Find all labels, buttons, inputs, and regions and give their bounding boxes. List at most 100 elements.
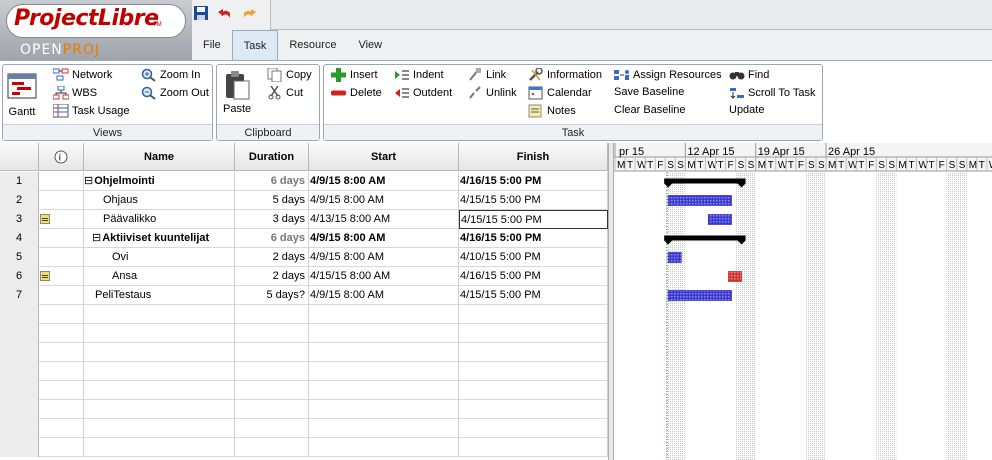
task-finish[interactable]: [459, 305, 608, 324]
copy-button[interactable]: Copy: [267, 68, 312, 82]
task-start[interactable]: [309, 362, 459, 381]
row-id[interactable]: [0, 438, 39, 457]
header-start[interactable]: Start: [309, 143, 459, 171]
unlink-button[interactable]: Unlink: [467, 86, 517, 100]
task-finish[interactable]: 4/10/15 5:00 PM: [459, 248, 608, 267]
row-id[interactable]: 3: [0, 210, 39, 229]
wbs-button[interactable]: WBS: [53, 86, 97, 100]
row-id[interactable]: [0, 324, 39, 343]
network-button[interactable]: Network: [53, 68, 112, 82]
task-duration[interactable]: [235, 400, 309, 419]
task-name[interactable]: [84, 343, 235, 362]
task-duration[interactable]: [235, 305, 309, 324]
update-button[interactable]: Update: [729, 104, 764, 116]
task-duration[interactable]: [235, 343, 309, 362]
task-name[interactable]: Päävalikko: [84, 210, 235, 229]
task-duration[interactable]: 2 days: [235, 248, 309, 267]
table-row[interactable]: [0, 305, 608, 324]
table-row[interactable]: [0, 324, 608, 343]
task-start[interactable]: 4/9/15 8:00 AM: [309, 248, 459, 267]
task-duration[interactable]: [235, 381, 309, 400]
task-start[interactable]: 4/9/15 8:00 AM: [309, 286, 459, 305]
table-row[interactable]: 7 PeliTestaus 5 days? 4/9/15 8:00 AM 4/15/15…: [0, 286, 608, 305]
task-name[interactable]: [84, 381, 235, 400]
collapse-toggle-icon[interactable]: ⊟: [84, 175, 93, 187]
zoom-out-button[interactable]: Zoom Out: [141, 86, 209, 100]
task-name[interactable]: [84, 324, 235, 343]
task-duration[interactable]: [235, 362, 309, 381]
task-duration[interactable]: 5 days?: [235, 286, 309, 305]
tab-file[interactable]: File: [192, 30, 232, 60]
cut-button[interactable]: Cut: [267, 86, 303, 100]
row-id[interactable]: [0, 419, 39, 438]
task-finish[interactable]: [459, 362, 608, 381]
gantt-task-bar[interactable]: [728, 271, 742, 282]
task-name[interactable]: [84, 438, 235, 457]
row-indicators[interactable]: [39, 324, 84, 343]
task-finish[interactable]: [459, 400, 608, 419]
indent-button[interactable]: Indent: [394, 68, 444, 82]
task-duration[interactable]: [235, 324, 309, 343]
row-indicators[interactable]: [39, 343, 84, 362]
row-indicators[interactable]: [39, 267, 84, 286]
header-indicators[interactable]: i: [39, 143, 84, 171]
information-button[interactable]: Information: [528, 68, 602, 82]
insert-button[interactable]: Insert: [331, 68, 378, 82]
gantt-button[interactable]: Gantt: [7, 73, 37, 118]
note-icon[interactable]: [40, 214, 50, 224]
task-start[interactable]: [309, 419, 459, 438]
row-id[interactable]: 7: [0, 286, 39, 305]
task-start[interactable]: [309, 438, 459, 457]
header-duration[interactable]: Duration: [235, 143, 309, 171]
gantt-chart[interactable]: pr 15 12 Apr 15 19 Apr 15 26 Apr 15 M T W T F S S M…: [614, 143, 992, 460]
outdent-button[interactable]: Outdent: [394, 86, 452, 100]
task-name[interactable]: PeliTestaus: [84, 286, 235, 305]
task-name[interactable]: Ohjaus: [84, 191, 235, 210]
header-finish[interactable]: Finish: [459, 143, 608, 171]
row-indicators[interactable]: [39, 210, 84, 229]
row-indicators[interactable]: [39, 191, 84, 210]
scroll-to-task-button[interactable]: Scroll To Task: [729, 86, 815, 100]
task-finish[interactable]: 4/16/15 5:00 PM: [459, 229, 608, 248]
save-icon[interactable]: [192, 4, 210, 22]
task-finish[interactable]: 4/15/15 5:00 PM: [459, 191, 608, 210]
row-indicators[interactable]: [39, 400, 84, 419]
task-name[interactable]: ⊟Ohjelmointi: [84, 172, 235, 191]
save-baseline-button[interactable]: Save Baseline: [614, 86, 684, 98]
row-id[interactable]: [0, 362, 39, 381]
task-start[interactable]: [309, 324, 459, 343]
table-row[interactable]: 4 ⊟Aktiiviset kuuntelijat 6 days 4/9/15 8:0…: [0, 229, 608, 248]
task-start[interactable]: [309, 381, 459, 400]
task-finish[interactable]: 4/15/15 5:00 PM: [459, 210, 608, 229]
row-indicators[interactable]: [39, 438, 84, 457]
task-name[interactable]: [84, 400, 235, 419]
task-finish[interactable]: 4/15/15 5:00 PM: [459, 286, 608, 305]
row-indicators[interactable]: [39, 229, 84, 248]
row-indicators[interactable]: [39, 286, 84, 305]
tab-view[interactable]: View: [347, 30, 393, 60]
table-row[interactable]: 5 Ovi 2 days 4/9/15 8:00 AM 4/10/15 5:00 PM: [0, 248, 608, 267]
task-duration[interactable]: 3 days: [235, 210, 309, 229]
find-button[interactable]: Find: [729, 68, 769, 82]
notes-button[interactable]: Notes: [528, 104, 576, 118]
gantt-task-bar[interactable]: [667, 195, 732, 206]
gantt-summary-bar[interactable]: [664, 178, 746, 184]
task-start[interactable]: [309, 305, 459, 324]
gantt-task-bar[interactable]: [667, 252, 682, 263]
task-start[interactable]: 4/9/15 8:00 AM: [309, 229, 459, 248]
table-row[interactable]: 3 Päävalikko 3 days 4/13/15 8:00 AM 4/15/15 …: [0, 210, 608, 229]
note-icon[interactable]: [40, 271, 50, 281]
row-id[interactable]: [0, 381, 39, 400]
table-row[interactable]: [0, 419, 608, 438]
row-id[interactable]: 1: [0, 172, 39, 191]
row-id[interactable]: [0, 400, 39, 419]
clear-baseline-button[interactable]: Clear Baseline: [614, 104, 686, 116]
task-duration[interactable]: [235, 419, 309, 438]
task-duration[interactable]: 5 days: [235, 191, 309, 210]
table-row[interactable]: [0, 400, 608, 419]
task-usage-button[interactable]: Task Usage: [53, 104, 129, 118]
task-name[interactable]: [84, 362, 235, 381]
task-finish[interactable]: [459, 438, 608, 457]
row-id[interactable]: 2: [0, 191, 39, 210]
task-name[interactable]: Ansa: [84, 267, 235, 286]
